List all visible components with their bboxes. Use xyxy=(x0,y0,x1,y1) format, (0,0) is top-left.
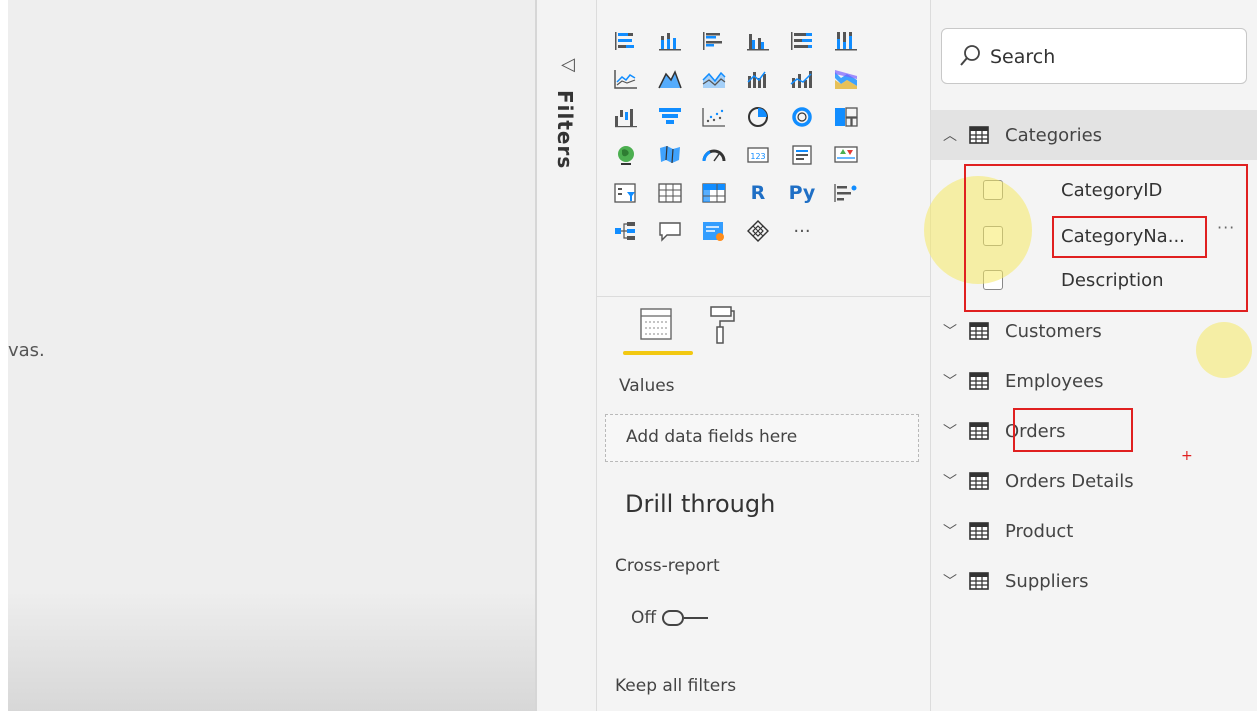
table-name: Suppliers xyxy=(1005,570,1089,592)
ribbon-chart-icon[interactable] xyxy=(831,66,861,92)
svg-text:123: 123 xyxy=(750,152,765,161)
annotation-box-orders xyxy=(1013,408,1133,452)
scatter-chart-icon[interactable] xyxy=(699,104,729,130)
matrix-icon[interactable] xyxy=(699,180,729,206)
funnel-icon[interactable] xyxy=(655,104,685,130)
table-name: Orders Details xyxy=(1005,470,1134,492)
cross-report-toggle[interactable]: Off xyxy=(631,608,709,628)
r-visual-label: R xyxy=(750,182,766,204)
values-drop-well[interactable]: Add data fields here xyxy=(605,414,919,462)
100-stacked-bar-chart-icon[interactable] xyxy=(787,28,817,54)
more-visuals-icon[interactable]: ··· xyxy=(787,218,817,244)
python-visual-icon[interactable]: Py xyxy=(787,180,817,206)
chevron-down-icon[interactable]: ﹀ xyxy=(943,521,959,541)
kpi-icon[interactable] xyxy=(831,142,861,168)
table-row-suppliers[interactable]: ﹀ Suppliers xyxy=(931,561,1257,601)
visualization-tabs xyxy=(597,296,930,360)
table-row-categories[interactable]: ︿ Categories xyxy=(931,115,1257,155)
visualizations-pane: 123 R Py ··· Values Add data fields here… xyxy=(597,0,930,711)
python-visual-label: Py xyxy=(788,182,816,204)
decomposition-tree-icon[interactable] xyxy=(611,218,641,244)
values-label: Values xyxy=(619,376,675,396)
table-icon xyxy=(969,422,989,440)
chevron-down-icon[interactable]: ﹀ xyxy=(943,571,959,591)
table-icon xyxy=(969,522,989,540)
search-input[interactable] xyxy=(990,42,1230,72)
line-chart-icon[interactable] xyxy=(611,66,641,92)
clustered-column-chart-icon[interactable] xyxy=(743,28,773,54)
chevron-down-icon[interactable]: ﹀ xyxy=(943,321,959,341)
table-name: Product xyxy=(1005,520,1074,542)
chevron-down-icon[interactable]: ﹀ xyxy=(943,371,959,391)
table-icon[interactable] xyxy=(655,180,685,206)
r-visual-icon[interactable]: R xyxy=(743,180,773,206)
map-icon[interactable] xyxy=(611,142,641,168)
active-tab-underline xyxy=(623,351,693,355)
line-and-clustered-column-chart-icon[interactable] xyxy=(787,66,817,92)
table-icon xyxy=(969,126,989,144)
stacked-bar-chart-icon[interactable] xyxy=(611,28,641,54)
table-icon xyxy=(969,322,989,340)
chevron-down-icon[interactable]: ﹀ xyxy=(943,471,959,491)
table-row-product[interactable]: ﹀ Product xyxy=(931,511,1257,551)
table-icon xyxy=(969,472,989,490)
cross-report-label: Cross-report xyxy=(615,556,720,576)
donut-chart-icon[interactable] xyxy=(787,104,817,130)
more-visuals-label: ··· xyxy=(793,220,811,242)
toggle-knob xyxy=(662,610,685,626)
line-and-stacked-column-chart-icon[interactable] xyxy=(743,66,773,92)
stacked-column-chart-icon[interactable] xyxy=(655,28,685,54)
keep-all-filters-label: Keep all filters xyxy=(615,676,737,696)
filters-pane[interactable]: ◁ Filters xyxy=(535,0,597,711)
pie-chart-icon[interactable] xyxy=(743,104,773,130)
canvas-fade xyxy=(8,591,535,711)
paint-roller-icon xyxy=(710,306,735,344)
fields-tab[interactable] xyxy=(623,305,693,355)
slicer-icon[interactable] xyxy=(611,180,641,206)
search-box[interactable] xyxy=(941,28,1247,84)
canvas-hint-text: vas. xyxy=(8,340,45,361)
100-stacked-column-chart-icon[interactable] xyxy=(831,28,861,54)
clustered-bar-chart-icon[interactable] xyxy=(699,28,729,54)
table-name: Customers xyxy=(1005,320,1102,342)
annotation-box-categoryname xyxy=(1052,216,1207,258)
qa-icon[interactable] xyxy=(655,218,685,244)
report-canvas[interactable]: vas. xyxy=(8,0,535,711)
key-influencers-icon[interactable] xyxy=(831,180,861,206)
cross-report-toggle-state: Off xyxy=(631,608,657,628)
filters-label[interactable]: Filters xyxy=(553,90,577,169)
visual-gallery: 123 R Py ··· xyxy=(611,28,865,244)
search-icon xyxy=(960,45,980,66)
fields-tab-icon xyxy=(640,308,672,340)
smart-narrative-icon[interactable] xyxy=(699,218,729,244)
table-name: Employees xyxy=(1005,370,1104,392)
table-icon xyxy=(969,572,989,590)
stacked-area-chart-icon[interactable] xyxy=(699,66,729,92)
chevron-up-icon[interactable]: ︿ xyxy=(943,125,959,145)
multi-row-card-icon[interactable] xyxy=(787,142,817,168)
table-name: Categories xyxy=(1005,124,1103,146)
table-row-orders-details[interactable]: ﹀ Orders Details xyxy=(931,461,1257,501)
format-tab[interactable] xyxy=(707,305,737,345)
filled-map-icon[interactable] xyxy=(655,142,685,168)
area-chart-icon[interactable] xyxy=(655,66,685,92)
treemap-icon[interactable] xyxy=(831,104,861,130)
table-icon xyxy=(969,372,989,390)
card-icon[interactable]: 123 xyxy=(743,142,773,168)
cursor-highlight xyxy=(1196,322,1252,378)
drill-through-title: Drill through xyxy=(625,490,776,518)
waterfall-chart-icon[interactable] xyxy=(611,104,641,130)
collapse-filters-icon[interactable]: ◁ xyxy=(561,54,575,75)
power-apps-icon[interactable] xyxy=(743,218,773,244)
chevron-down-icon[interactable]: ﹀ xyxy=(943,421,959,441)
annotation-plus-mark: + xyxy=(1181,448,1193,464)
toggle-track xyxy=(684,617,709,619)
gauge-icon[interactable] xyxy=(699,142,729,168)
